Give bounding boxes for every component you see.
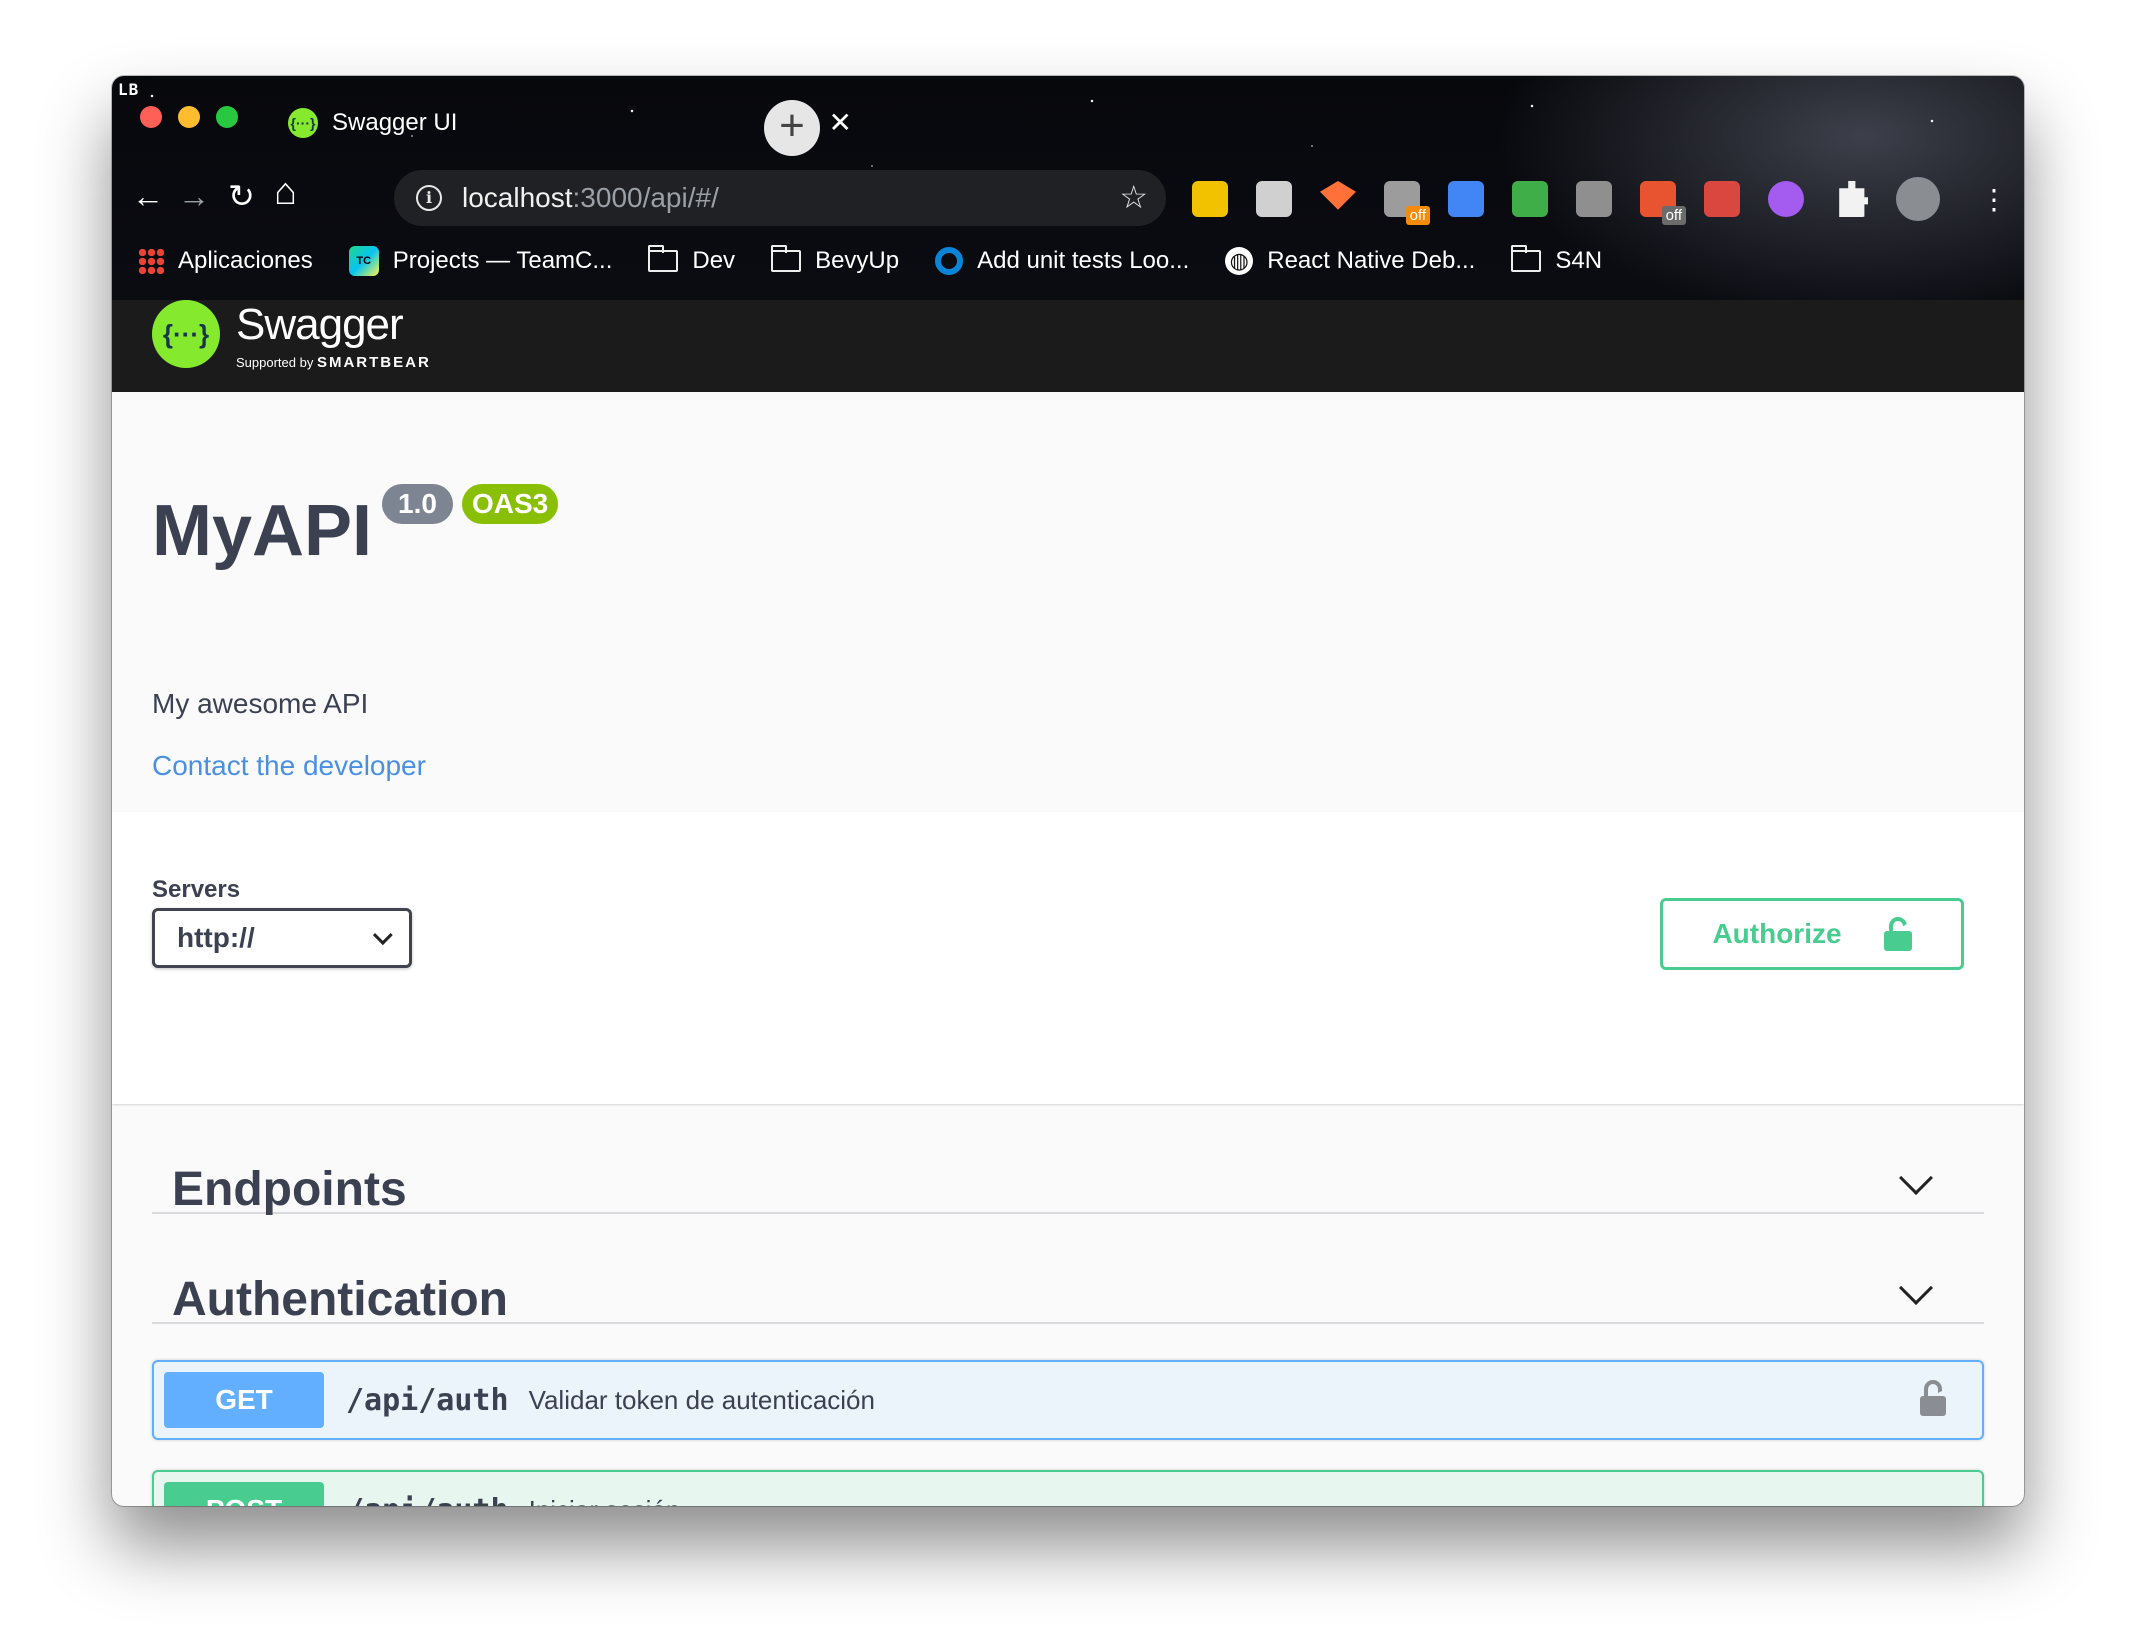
folder-icon (648, 245, 679, 272)
scheme-container: Servers http:// Authorize (112, 812, 2024, 1104)
authorize-label: Authorize (1712, 918, 1842, 949)
forward-arrow-icon[interactable]: → (178, 176, 210, 216)
lock-icon[interactable] (1920, 1380, 1946, 1416)
ghost-extension-icon[interactable] (1256, 181, 1292, 217)
bookmark-aplicaciones[interactable]: Aplicaciones (138, 247, 313, 275)
reload-icon[interactable]: ↻ (228, 176, 255, 216)
ring-icon (935, 247, 964, 275)
ccm-extension-icon[interactable]: off (1640, 181, 1686, 225)
bookmarks-bar: Aplicaciones TC Projects — TeamC... Dev … (138, 236, 1638, 286)
folder-icon (1511, 245, 1542, 272)
opblock-post-api-auth[interactable]: POST /api/auth Iniciar sesión (152, 1470, 1984, 1506)
bookmark-label: Dev (692, 247, 736, 274)
apps-grid-icon (138, 248, 164, 274)
dots-extension-icon[interactable] (1768, 181, 1804, 217)
cube-extension-icon[interactable] (1512, 181, 1548, 217)
api-description: My awesome API (152, 688, 369, 719)
tag-endpoints[interactable]: Endpoints (152, 1104, 1984, 1216)
bookmark-label: BevyUp (815, 247, 900, 274)
puzzle-extension-icon[interactable] (1839, 181, 1868, 217)
cf-extension-icon[interactable] (1576, 181, 1612, 217)
authorize-button[interactable]: Authorize (1660, 898, 1964, 970)
tag-title: Endpoints (172, 1163, 407, 1216)
bookmark-bevyup[interactable]: BevyUp (771, 245, 900, 275)
close-tab-icon[interactable]: ✕ (829, 106, 852, 139)
back-arrow-icon[interactable]: ← (132, 176, 164, 216)
api-info: MyAPI 1.0 OAS3 My awesome API Contact th… (112, 392, 2024, 812)
smartbear-label: SMARTBEAR (316, 354, 431, 371)
extensions-toolbar: off off ⋮ (1192, 174, 2008, 225)
dropper-extension-icon[interactable] (1448, 181, 1484, 217)
address-path: :3000/api/#/ (572, 182, 719, 213)
operation-path: /api/auth (346, 1382, 509, 1418)
tab-title: Swagger UI (332, 109, 458, 136)
servers-select[interactable]: http:// (152, 908, 412, 968)
bookmark-dev[interactable]: Dev (648, 245, 736, 275)
servers-selected-value: http:// (177, 922, 255, 953)
bookmark-teamcity[interactable]: TC Projects — TeamC... (348, 246, 613, 276)
browser-chrome: LB {···} Swagger UI ✕ + ← → ↻ ⌂ i localh… (112, 76, 2024, 300)
bookmark-unit-tests[interactable]: Add unit tests Loo... (935, 247, 1189, 275)
contact-developer-link[interactable]: Contact the developer (152, 750, 426, 782)
brand-mark: LB (118, 80, 140, 99)
profile-avatar[interactable] (1896, 177, 1940, 221)
home-icon[interactable]: ⌂ (274, 172, 297, 212)
book-extension-icon[interactable] (1704, 181, 1740, 217)
address-bar[interactable]: i localhost :3000/api/#/ ☆ (394, 170, 1166, 226)
method-badge-post: POST (164, 1482, 324, 1506)
pencil-extension-icon[interactable] (1192, 181, 1228, 217)
operation-path: /api/auth (346, 1493, 509, 1507)
off-badge: off (1405, 206, 1430, 225)
swagger-topbar: {···} Swagger Supported by SMARTBEAR (112, 300, 2024, 392)
bookmark-label: S4N (1555, 247, 1603, 274)
supported-by-label: Supported by (236, 355, 314, 370)
off-badge: off (1661, 206, 1686, 225)
new-tab-button[interactable]: + (764, 100, 820, 156)
tag-authentication[interactable]: Authentication (152, 1214, 1984, 1326)
bookmark-label: React Native Deb... (1267, 247, 1476, 274)
swagger-logo-text[interactable]: Swagger (236, 300, 404, 350)
folder-icon (771, 245, 802, 272)
swagger-logo-icon[interactable]: {···} (152, 300, 220, 368)
chevron-down-icon (372, 925, 393, 946)
browser-menu-icon[interactable]: ⋮ (1980, 183, 2008, 216)
unlocked-icon (1883, 917, 1912, 951)
operations: Endpoints Authentication GET /api/auth V… (152, 1104, 1984, 1506)
bookmark-s4n[interactable]: S4N (1511, 245, 1603, 275)
site-info-icon[interactable]: i (416, 185, 442, 211)
fox-extension-icon[interactable] (1320, 181, 1356, 210)
minimize-window-button[interactable] (178, 106, 200, 128)
oas-badge: OAS3 (462, 484, 559, 524)
browser-window: LB {···} Swagger UI ✕ + ← → ↻ ⌂ i localh… (112, 76, 2024, 1506)
opblock-get-api-auth[interactable]: GET /api/auth Validar token de autentica… (152, 1360, 1984, 1440)
swagger-favicon-icon: {···} (288, 108, 318, 138)
version-badge: 1.0 (382, 484, 453, 524)
globe-icon: ◍ (1225, 247, 1254, 275)
bookmark-label: Aplicaciones (178, 247, 313, 274)
zoom-window-button[interactable] (216, 106, 238, 128)
servers-label: Servers (152, 876, 241, 903)
address-host: localhost (462, 182, 573, 213)
method-badge-get: GET (164, 1372, 324, 1428)
tag-title: Authentication (172, 1273, 508, 1326)
bookmark-label: Projects — TeamC... (392, 247, 613, 274)
chevron-down-icon[interactable] (1899, 1271, 1933, 1305)
supported-by: Supported by SMARTBEAR (236, 354, 431, 371)
bookmark-label: Add unit tests Loo... (977, 247, 1190, 274)
bookmark-star-icon[interactable]: ☆ (1119, 178, 1148, 216)
close-window-button[interactable] (140, 106, 162, 128)
mountain-extension-icon[interactable]: off (1384, 181, 1430, 225)
operation-summary: Iniciar sesión (529, 1495, 681, 1507)
operation-summary: Validar token de autenticación (528, 1384, 875, 1415)
teamcity-icon: TC (348, 246, 379, 276)
bookmark-react-native[interactable]: ◍ React Native Deb... (1225, 247, 1475, 275)
api-title: MyAPI (152, 491, 373, 571)
chevron-down-icon[interactable] (1899, 1161, 1933, 1195)
